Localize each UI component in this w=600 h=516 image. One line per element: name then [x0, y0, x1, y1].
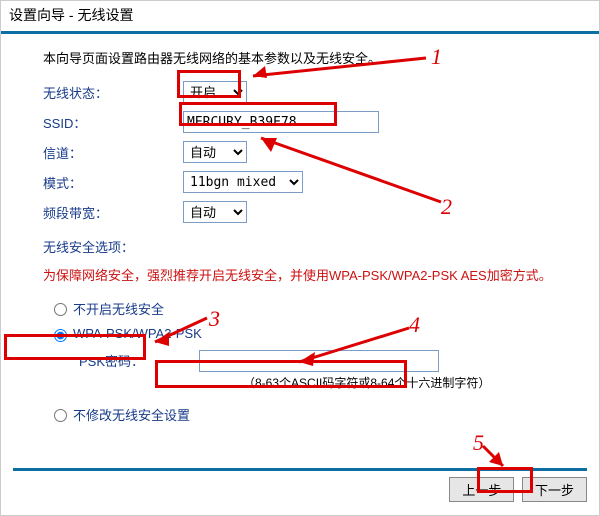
- radio-keep[interactable]: [54, 409, 67, 422]
- label-ssid: SSID：: [43, 113, 183, 132]
- next-button[interactable]: 下一步: [522, 477, 587, 502]
- opt-wpa-label: WPA-PSK/WPA2-PSK: [73, 326, 202, 341]
- annotation-5: 5: [473, 430, 484, 456]
- label-bandwidth: 频段带宽：: [43, 203, 183, 222]
- row-psk: PSK密码：: [79, 350, 569, 372]
- opt-no-security-label: 不开启无线安全: [73, 299, 164, 318]
- content-area: 本向导页面设置路由器无线网络的基本参数以及无线安全。 无线状态： 开启 SSID…: [1, 34, 599, 510]
- select-channel[interactable]: 自动: [183, 141, 247, 163]
- input-psk[interactable]: [199, 350, 439, 372]
- select-bandwidth[interactable]: 自动: [183, 201, 247, 223]
- select-wireless-state[interactable]: 开启: [183, 81, 247, 103]
- row-wireless-state: 无线状态： 开启: [43, 81, 569, 103]
- opt-keep-label: 不修改无线安全设置: [73, 405, 190, 424]
- security-section-label: 无线安全选项：: [43, 237, 569, 256]
- radio-wpa[interactable]: [54, 329, 67, 342]
- psk-hint: （8-63个ASCII码字符或8-64个十六进制字符）: [243, 374, 569, 391]
- label-mode: 模式：: [43, 173, 183, 192]
- button-bar: 上一步 下一步: [13, 468, 587, 502]
- row-mode: 模式： 11bgn mixed: [43, 171, 569, 193]
- radio-no-security[interactable]: [54, 303, 67, 316]
- opt-no-security[interactable]: 不开启无线安全: [49, 299, 569, 318]
- label-channel: 信道：: [43, 143, 183, 162]
- row-bandwidth: 频段带宽： 自动: [43, 201, 569, 223]
- input-ssid[interactable]: [183, 111, 379, 133]
- wizard-window: 设置向导 - 无线设置 本向导页面设置路由器无线网络的基本参数以及无线安全。 无…: [0, 0, 600, 516]
- window-title: 设置向导 - 无线设置: [1, 1, 599, 34]
- opt-keep[interactable]: 不修改无线安全设置: [49, 405, 569, 424]
- label-wireless-state: 无线状态：: [43, 83, 183, 102]
- prev-button[interactable]: 上一步: [449, 477, 514, 502]
- opt-wpa[interactable]: WPA-PSK/WPA2-PSK: [49, 326, 569, 342]
- select-mode[interactable]: 11bgn mixed: [183, 171, 303, 193]
- label-psk: PSK密码：: [79, 351, 199, 370]
- intro-text: 本向导页面设置路由器无线网络的基本参数以及无线安全。: [43, 48, 569, 67]
- row-ssid: SSID：: [43, 111, 569, 133]
- row-channel: 信道： 自动: [43, 141, 569, 163]
- security-warning: 为保障网络安全，强烈推荐开启无线安全，并使用WPA-PSK/WPA2-PSK A…: [43, 266, 569, 287]
